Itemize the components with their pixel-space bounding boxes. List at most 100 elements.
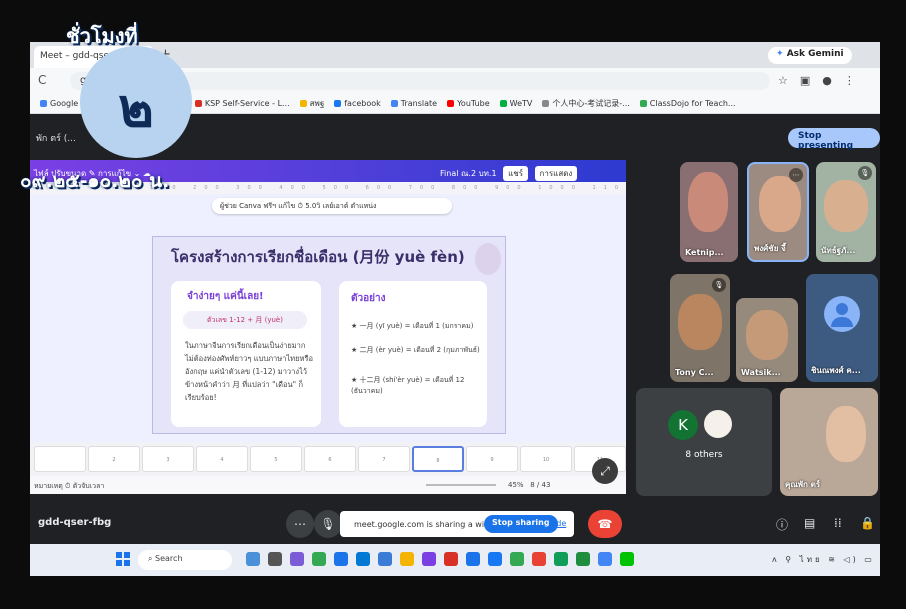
bookmark-label: 个人中心-考试记录-... [552, 99, 630, 108]
taskbar-app-icon[interactable] [488, 552, 502, 566]
taskbar-app-icon[interactable] [576, 552, 590, 566]
ask-gemini-button[interactable]: ✦ Ask Gemini [768, 47, 852, 64]
taskbar-app-icon[interactable] [532, 552, 546, 566]
hide-link[interactable]: Hide [548, 519, 566, 528]
extension-icons[interactable]: ☆▣●⋮ [778, 74, 867, 87]
taskbar-app-icon[interactable] [246, 552, 260, 566]
taskbar-app-icon[interactable] [400, 552, 414, 566]
taskbar-app-icon[interactable] [422, 552, 436, 566]
video-feed [746, 310, 788, 360]
mic-off-icon: 🎙 [712, 278, 726, 292]
stop-sharing-button[interactable]: Stop sharing [484, 515, 558, 533]
zoom-slider[interactable] [426, 484, 496, 486]
zoom-level[interactable]: 45% [508, 481, 524, 489]
bookmark-label: ClassDojo for Teach... [649, 99, 736, 108]
share-button[interactable]: แชร์ [503, 166, 528, 181]
bookmark-label: Translate [400, 99, 438, 108]
bookmark-item[interactable]: 个人中心-考试记录-... [542, 94, 630, 113]
bookmark-item[interactable]: facebook [334, 94, 381, 113]
slide-thumbnail[interactable]: 9 [466, 446, 518, 472]
bookmark-label: YouTube [457, 99, 490, 108]
activities-icon[interactable]: ⁞⁞ [834, 516, 842, 530]
bookmark-icon [542, 100, 550, 107]
slide-thumbnail[interactable]: 2 [88, 446, 140, 472]
slide-thumbnail[interactable]: 3 [142, 446, 194, 472]
host-controls-icon[interactable]: 🔒 [860, 516, 875, 530]
search-placeholder: Search [155, 554, 183, 563]
taskbar-app-icon[interactable] [378, 552, 392, 566]
reload-icon[interactable]: C [38, 73, 46, 87]
slide-title: โครงสร้างการเรียกชื่อเดือน (月份 yuè fèn) [171, 248, 465, 266]
participant-name: Tony C... [675, 368, 714, 377]
slide-thumbnail[interactable] [34, 446, 86, 472]
video-feed [824, 180, 868, 232]
slide[interactable]: โครงสร้างการเรียกชื่อเดือน (月份 yuè fèn) … [152, 236, 506, 434]
taskbar-app-icon[interactable] [312, 552, 326, 566]
taskbar-app-icon[interactable] [620, 552, 634, 566]
participant-name: ชินณพงศ์ ค... [811, 366, 861, 375]
canva-footer: หมายเหตุ ⏱ ตัวจับเวลา 45% 8 / 43 [30, 476, 626, 494]
microphone-button[interactable]: 🎙 [314, 510, 342, 538]
example-item: ★ 十二月 (shí'èr yuè) = เดือนที่ 12 (ธันวาค… [351, 376, 465, 395]
bookmark-item[interactable]: สพฐ [299, 94, 325, 113]
taskbar-app-icon[interactable] [290, 552, 304, 566]
bookmark-item[interactable]: WeTV [499, 94, 532, 113]
info-icon[interactable]: ⓘ [776, 516, 788, 533]
taskbar-search[interactable]: ⌕ Search [138, 550, 232, 570]
bookmark-item[interactable]: Translate [390, 94, 438, 113]
participant-tile[interactable]: 🎙 Tony C... [670, 274, 730, 382]
slide-thumbnail[interactable]: 8 [412, 446, 464, 472]
bookmark-label: Google [50, 99, 79, 108]
bookmark-label: สพฐ [309, 99, 325, 108]
participant-tile[interactable]: Ketnip... [680, 162, 738, 262]
slide-thumbnail[interactable]: 6 [304, 446, 356, 472]
taskbar-app-icon[interactable] [356, 552, 370, 566]
design-title[interactable]: Final ณ.2 บท.1 [440, 169, 497, 178]
slide-thumbnail[interactable]: 4 [196, 446, 248, 472]
example-card-heading: ตัวอย่าง [351, 293, 386, 304]
more-options-button[interactable]: ⋯ [286, 510, 314, 538]
bookmark-item[interactable]: YouTube [447, 94, 490, 113]
slide-thumbnail[interactable]: 7 [358, 446, 410, 472]
bookmark-item[interactable]: Google [40, 94, 79, 113]
notes-timer[interactable]: หมายเหตุ ⏱ ตัวจับเวลา [34, 481, 104, 492]
windows-start-icon[interactable] [116, 552, 130, 566]
time-range: ๐๙.๒๕-๑๐.๒๐ น. [20, 170, 170, 192]
participant-tile[interactable]: ชินณพงศ์ ค... [806, 274, 878, 382]
bookmark-item[interactable]: ClassDojo for Teach... [639, 94, 736, 113]
mic-off-icon: 🎙 [858, 166, 872, 180]
canva-toolbar-right: Final ณ.2 บท.1 แชร์ การแสดง [440, 166, 578, 181]
slide-thumbnails: 234567891011 [30, 442, 626, 476]
canva-tool-strip[interactable]: ผู้ช่วย Canva ฟรีฯ แก้ไข ⏱ 5.0วิ เลย์เอา… [212, 198, 452, 214]
more-options-icon[interactable]: ⋯ [789, 168, 803, 182]
system-tray[interactable]: ʌ ⚲ ไทย ≋ ◁) ▭ [772, 553, 875, 566]
participant-tile[interactable]: ⋯ พงศ์ชัย จี้ [747, 162, 809, 262]
taskbar-app-icon[interactable] [510, 552, 524, 566]
bookmark-item[interactable]: KSP Self-Service - L... [194, 94, 290, 113]
taskbar-app-icon[interactable] [334, 552, 348, 566]
bookmark-icon [447, 100, 455, 107]
taskbar-app-icon[interactable] [444, 552, 458, 566]
gemini-label: Ask Gemini [786, 49, 844, 59]
end-call-button[interactable]: ☎ [588, 510, 622, 538]
others-count: 8 others [685, 450, 723, 460]
slide-thumbnail[interactable]: 5 [250, 446, 302, 472]
presenter-label: พัก ตร์ (... [36, 134, 76, 144]
page-counter[interactable]: 8 / 43 [530, 481, 550, 489]
taskbar-app-icon[interactable] [268, 552, 282, 566]
participant-tile[interactable]: คุณพัก ตร์ [780, 388, 878, 496]
rule-card-heading: จำง่ายๆ แค่นี้เลย! [187, 291, 264, 302]
expand-icon[interactable]: ⤢ [592, 458, 618, 484]
example-item: ★ 一月 (yī yuè) = เดือนที่ 1 (มกราคม) [351, 322, 474, 330]
taskbar-app-icon[interactable] [554, 552, 568, 566]
chat-icon[interactable]: ▤ [804, 516, 815, 530]
participant-tile[interactable]: Watsik... [736, 298, 798, 382]
taskbar-app-icon[interactable] [598, 552, 612, 566]
others-tile[interactable]: K 8 others [636, 388, 772, 496]
participant-name: พงศ์ชัย จี้ [754, 244, 786, 253]
present-button[interactable]: การแสดง [534, 166, 578, 181]
slide-thumbnail[interactable]: 10 [520, 446, 572, 472]
stop-presenting-button[interactable]: Stop presenting [788, 128, 880, 151]
participant-tile[interactable]: 🎙 นัทธ์ฐภั... [816, 162, 876, 262]
taskbar-app-icon[interactable] [466, 552, 480, 566]
